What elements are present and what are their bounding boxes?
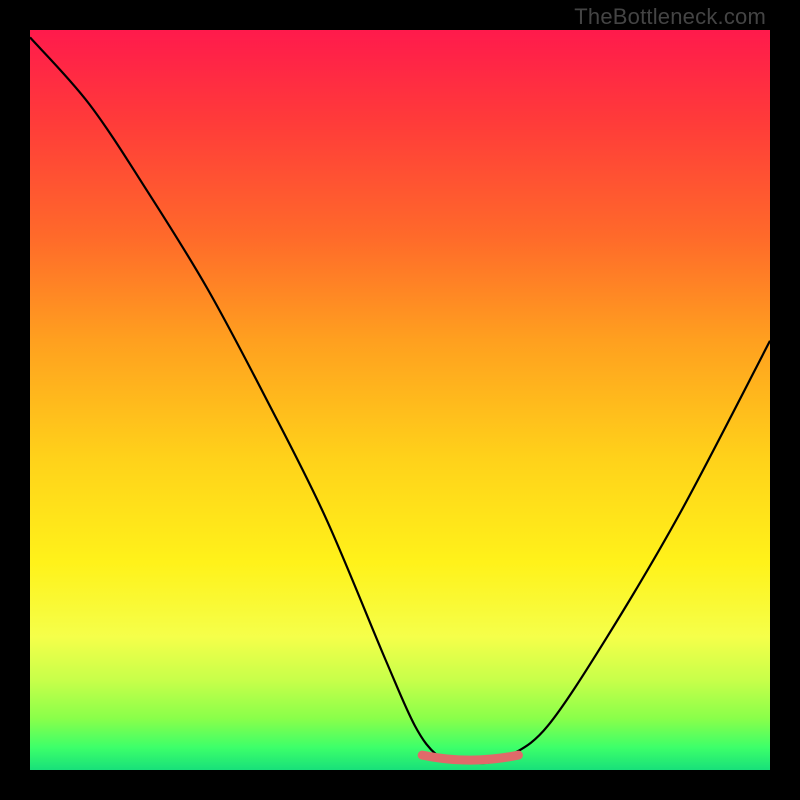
optimal-range-highlight [422,755,518,760]
curve-layer [30,30,770,770]
bottleneck-curve [30,37,770,763]
plot-area [30,30,770,770]
chart-frame: TheBottleneck.com [0,0,800,800]
watermark-text: TheBottleneck.com [574,4,766,30]
